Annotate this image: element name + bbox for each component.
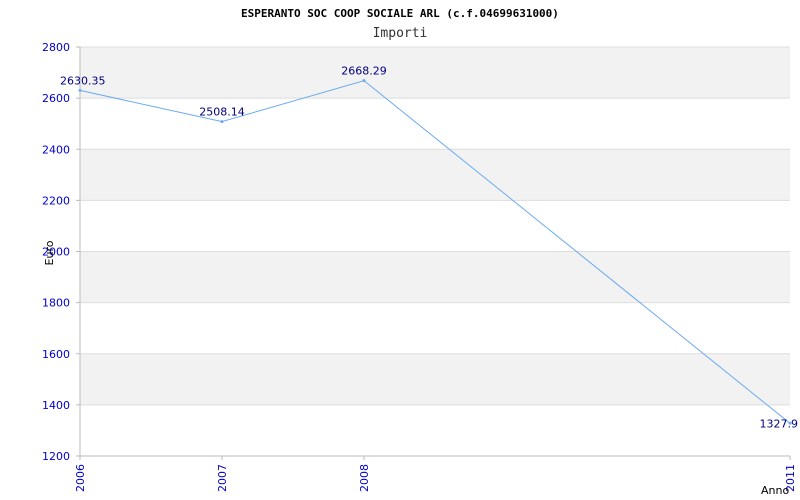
data-label: 2630.35: [60, 74, 106, 87]
chart-subtitle: Importi: [373, 26, 428, 41]
y-tick-label: 2400: [42, 143, 70, 156]
data-label: 2668.29: [341, 65, 387, 78]
y-tick-label: 1400: [42, 399, 70, 412]
y-tick-label: 2600: [42, 92, 70, 105]
data-point: [78, 88, 82, 92]
x-axis-label: Anno: [761, 484, 789, 497]
background-bands: [80, 47, 790, 405]
y-tick-label: 2200: [42, 194, 70, 207]
x-axis-ticks: 2006 2007 2008 2011: [74, 456, 797, 492]
y-axis-label: Euro: [43, 240, 56, 265]
x-tick-label: 2006: [74, 464, 87, 492]
data-point: [220, 120, 224, 124]
line-chart: 120014001600180020002200240026002800 200…: [42, 7, 799, 497]
chart-title: ESPERANTO SOC COOP SOCIALE ARL (c.f.0469…: [241, 7, 559, 20]
x-tick-label: 2008: [358, 464, 371, 492]
data-label: 1327.9: [760, 417, 799, 430]
background-band: [80, 149, 790, 201]
background-band: [80, 353, 790, 405]
y-tick-label: 2800: [42, 41, 70, 54]
y-tick-label: 1200: [42, 450, 70, 463]
y-tick-label: 1800: [42, 297, 70, 310]
data-label: 2508.14: [199, 106, 245, 119]
y-tick-label: 1600: [42, 348, 70, 361]
background-band: [80, 47, 790, 99]
data-point: [362, 79, 366, 83]
x-tick-label: 2007: [216, 464, 229, 492]
background-band: [80, 251, 790, 303]
